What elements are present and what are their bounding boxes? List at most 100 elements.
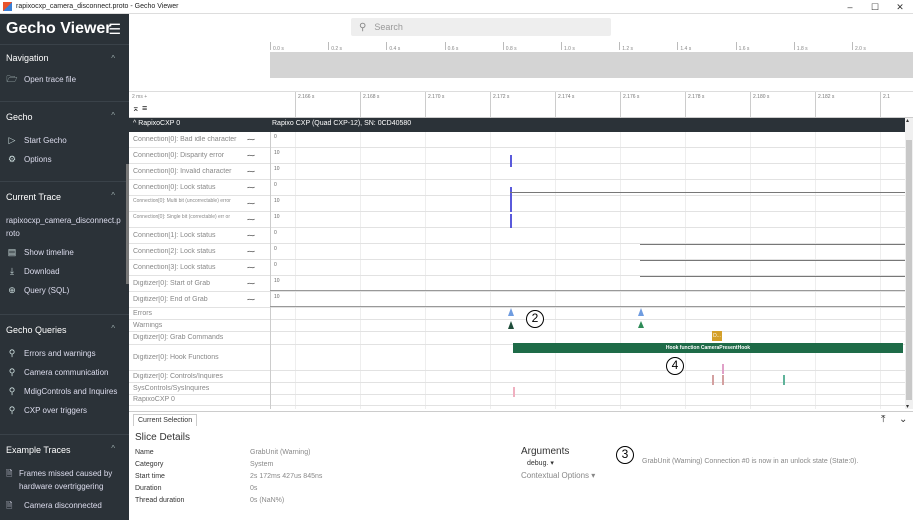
title-bar: rapixocxp_camera_disconnect.proto - Gech… bbox=[0, 0, 913, 14]
axis-tick: 2.180 s bbox=[750, 92, 769, 118]
error-arrow-icon[interactable] bbox=[638, 308, 644, 316]
chart-toggle-icon[interactable]: ⁓ bbox=[247, 247, 255, 256]
track-row[interactable]: RapixoCXP 0 bbox=[129, 395, 905, 406]
sidebar-item-start-gecho[interactable]: ▷ Start Gecho bbox=[0, 131, 129, 150]
chart-toggle-icon[interactable]: ⁓ bbox=[247, 215, 255, 224]
brand-title: Gecho Viewer bbox=[6, 20, 112, 37]
query-icon: ⊕ bbox=[8, 285, 16, 295]
track-row[interactable]: Connection[3]: Lock status ⁓ 0 bbox=[129, 260, 905, 276]
collapse-filter-icon[interactable]: ⌅ ≡ bbox=[132, 103, 147, 114]
sidebar-item-label: Start Gecho bbox=[24, 136, 67, 145]
track-max-value: 10 bbox=[274, 294, 280, 300]
control-marker[interactable] bbox=[722, 375, 724, 385]
sidebar-item-mdig-controls[interactable]: ⚲ MdigControls and Inquires bbox=[0, 382, 129, 401]
track-max-value: 0 bbox=[274, 230, 277, 236]
slice-details-heading: Slice Details bbox=[135, 432, 191, 443]
track-max-value: 10 bbox=[274, 166, 280, 172]
contextual-options[interactable]: Contextual Options ▾ bbox=[521, 471, 595, 480]
warning-arrow-icon[interactable] bbox=[508, 321, 514, 329]
warning-arrow-icon[interactable] bbox=[638, 321, 644, 328]
track-area[interactable]: Connection[0]: Bad idle character ⁓ 0 Conne… bbox=[129, 118, 905, 409]
section-current-trace[interactable]: Current Trace ^ bbox=[0, 181, 129, 211]
track-max-value: 10 bbox=[274, 278, 280, 284]
axis-tick: 2.168 s bbox=[360, 92, 379, 118]
section-navigation[interactable]: Navigation ^ bbox=[0, 44, 129, 70]
hamburger-menu-icon[interactable]: ☰ bbox=[108, 21, 121, 38]
sidebar-item-cxp-triggers[interactable]: ⚲ CXP over triggers bbox=[0, 401, 129, 420]
track-row[interactable]: Warnings bbox=[129, 320, 905, 332]
window-title: rapixocxp_camera_disconnect.proto - Gech… bbox=[16, 3, 179, 10]
track-row[interactable]: Connection[0]: Disparity error ⁓ 10 bbox=[129, 148, 905, 164]
sidebar-item-show-timeline[interactable]: ▤ Show timeline bbox=[0, 243, 129, 262]
sidebar-item-camera-disconnected[interactable]: 🗎 Camera disconnected bbox=[0, 496, 129, 515]
sidebar-item-label: Frames missed caused by hardware overtri… bbox=[18, 469, 113, 491]
track-row[interactable]: Errors bbox=[129, 308, 905, 320]
chart-toggle-icon[interactable]: ⁓ bbox=[247, 231, 255, 240]
brand: Gecho Viewer ☰ bbox=[0, 14, 129, 44]
section-gecho-queries[interactable]: Gecho Queries ^ bbox=[0, 314, 129, 344]
track-row[interactable]: Connection[0]: Single bit (correctable) … bbox=[129, 212, 905, 228]
track-label: Connection[0]: Bad idle character bbox=[133, 135, 237, 143]
track-label: Digitizer[0]: Grab Commands bbox=[133, 334, 224, 341]
minimize-button[interactable]: – bbox=[837, 0, 863, 14]
sidebar-item-open-trace[interactable]: 🗁 Open trace file bbox=[0, 70, 129, 89]
sidebar-item-download[interactable]: ⤓ Download bbox=[0, 262, 129, 281]
arguments-select[interactable]: debug. ▾ bbox=[527, 459, 554, 467]
chart-toggle-icon[interactable]: ⁓ bbox=[247, 199, 255, 208]
hook-marker[interactable] bbox=[722, 364, 724, 374]
chart-toggle-icon[interactable]: ⁓ bbox=[247, 151, 255, 160]
sidebar-item-query-sql[interactable]: ⊕ Query (SQL) bbox=[0, 281, 129, 300]
scroll-up-icon[interactable]: ▴ bbox=[906, 117, 909, 124]
label-separator bbox=[270, 132, 271, 409]
scrollbar-thumb[interactable] bbox=[906, 140, 912, 400]
syscontrol-marker[interactable] bbox=[513, 387, 515, 397]
track-row[interactable]: Connection[0]: Invalid character ⁓ 10 bbox=[129, 164, 905, 180]
track-row[interactable]: Connection[2]: Lock status ⁓ 0 bbox=[129, 244, 905, 260]
track-max-value: 0 bbox=[274, 182, 277, 188]
overview-timeline[interactable]: 0.0 s 0.2 s 0.4 s 0.6 s 0.8 s 1.0 s 1.2 s 1.4 s… bbox=[129, 40, 913, 92]
track-row[interactable]: Connection[0]: Bad idle character ⁓ 0 bbox=[129, 132, 905, 148]
maximize-button[interactable]: ☐ bbox=[862, 0, 888, 14]
sidebar-item-errors-warnings[interactable]: ⚲ Errors and warnings bbox=[0, 344, 129, 363]
sidebar-item-options[interactable]: ⚙ Options bbox=[0, 150, 129, 169]
sidebar-item-camera-communication[interactable]: ⚲ Camera communication bbox=[0, 363, 129, 382]
chart-toggle-icon[interactable]: ⁓ bbox=[247, 167, 255, 176]
tab-current-selection[interactable]: Current Selection bbox=[133, 414, 198, 426]
multi-bit-spike[interactable] bbox=[510, 198, 512, 212]
track-scrollbar[interactable]: ▴ ▾ bbox=[905, 117, 913, 410]
chevron-down-icon[interactable]: ⌄ bbox=[899, 414, 907, 425]
error-arrow-icon[interactable] bbox=[508, 308, 514, 316]
sidebar-item-frames-missed[interactable]: 🗎 Frames missed caused by hardware overtr… bbox=[0, 464, 129, 496]
section-title: Example Traces bbox=[6, 444, 71, 455]
sidebar-item-label: Options bbox=[24, 155, 52, 164]
track-max-value: 0 bbox=[274, 134, 277, 140]
section-example-traces[interactable]: Example Traces ^ bbox=[0, 434, 129, 464]
search-input[interactable]: ⚲ Search bbox=[351, 18, 611, 36]
overview-band[interactable] bbox=[270, 52, 913, 78]
single-bit-spike[interactable] bbox=[510, 214, 512, 228]
document-icon: 🗎 bbox=[6, 469, 13, 478]
track-row[interactable]: SysControls/SysInquires bbox=[129, 383, 905, 395]
close-button[interactable]: ✕ bbox=[887, 0, 913, 14]
scroll-down-icon[interactable]: ▾ bbox=[906, 403, 909, 410]
grab-command-slice[interactable]: D... bbox=[712, 331, 722, 341]
hook-function-slice[interactable]: Hook function CameraPresentHook bbox=[513, 343, 903, 353]
control-marker[interactable] bbox=[783, 375, 785, 385]
track-row[interactable]: Connection[0]: Lock status ⁓ 0 bbox=[129, 180, 905, 196]
disparity-spike[interactable] bbox=[510, 155, 512, 167]
group-header[interactable]: ^ RapixoCXP 0 Rapixo CXP (Quad CXP-12), … bbox=[129, 118, 905, 132]
chart-toggle-icon[interactable]: ⁓ bbox=[247, 183, 255, 192]
track-row[interactable]: Connection[0]: Multi bit (uncorrectable)… bbox=[129, 196, 905, 212]
section-gecho[interactable]: Gecho ^ bbox=[0, 101, 129, 131]
chart-toggle-icon[interactable]: ⁓ bbox=[247, 135, 255, 144]
control-marker[interactable] bbox=[712, 375, 714, 385]
lock-status-line-0 bbox=[510, 192, 905, 193]
chart-toggle-icon[interactable]: ⁓ bbox=[247, 263, 255, 272]
track-row[interactable]: Connection[1]: Lock status ⁓ 0 bbox=[129, 228, 905, 244]
chart-toggle-icon[interactable]: ⁓ bbox=[247, 295, 255, 304]
detail-key: Start time bbox=[135, 473, 165, 480]
sidebar-item-label: Show timeline bbox=[24, 248, 74, 257]
chart-toggle-icon[interactable]: ⁓ bbox=[247, 279, 255, 288]
track-row[interactable]: Digitizer[0]: Controls/Inquires bbox=[129, 371, 905, 383]
pin-top-icon[interactable]: ⤒ bbox=[881, 414, 885, 425]
